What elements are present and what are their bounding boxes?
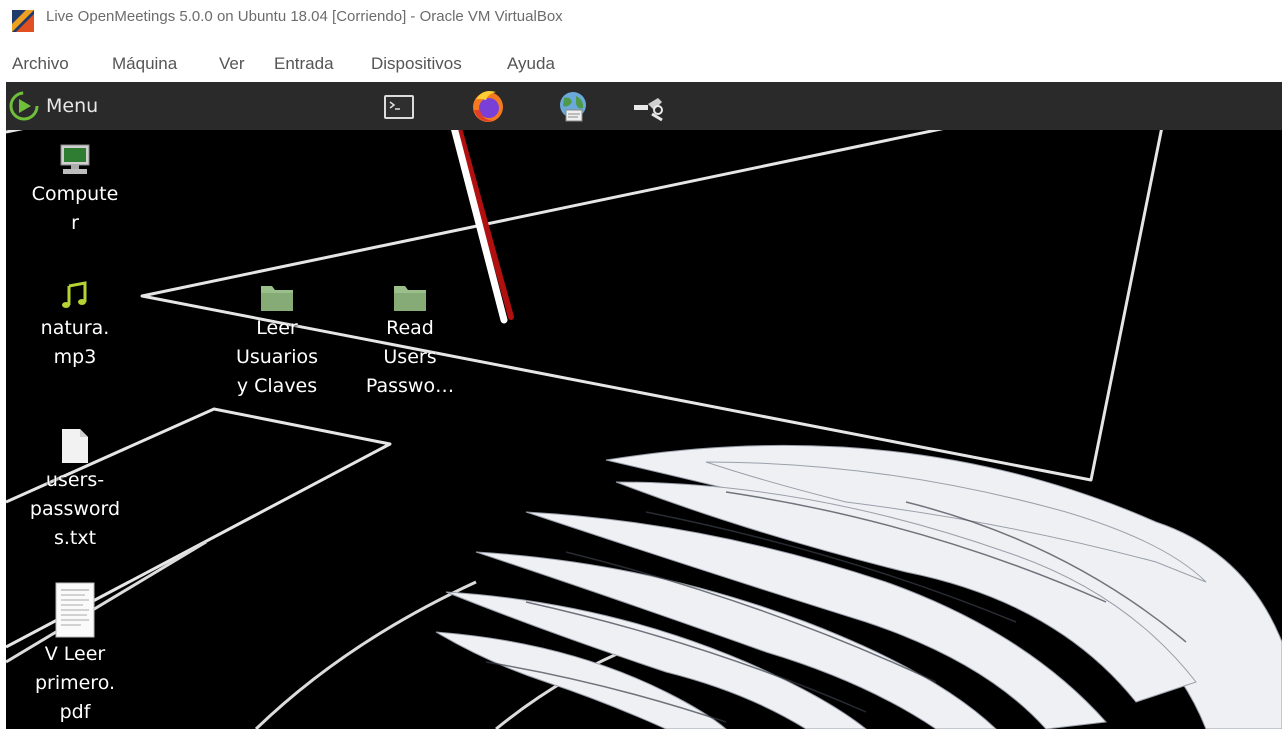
panel-menu-label: Menu — [46, 95, 99, 117]
firefox-icon[interactable] — [468, 86, 508, 126]
menu-entrada[interactable]: Entrada — [274, 54, 334, 74]
desktop-icon-label: y Claves — [236, 375, 318, 397]
desktop-icon-users-passwords-txt[interactable]: users- password s.txt — [10, 426, 140, 553]
wing-image — [435, 444, 1282, 729]
desktop-icon-computer[interactable]: Compute r — [10, 140, 140, 238]
desktop-icon-label: Users — [383, 346, 437, 368]
folder-icon — [261, 286, 293, 311]
computer-icon — [60, 144, 90, 174]
music-file-icon — [62, 281, 87, 308]
desktop-icon-label: users- — [45, 469, 105, 491]
desktop-icon-label: primero. — [34, 672, 116, 694]
desktop-icon-label: Leer — [256, 317, 298, 339]
desktop-icon-read-users[interactable]: Read Users Passwo… — [345, 274, 475, 401]
desktop-icon-label: mp3 — [53, 346, 97, 368]
menu-logo-icon — [9, 91, 39, 121]
text-file-icon — [62, 429, 88, 463]
menu-dispositivos[interactable]: Dispositivos — [371, 54, 462, 74]
desktop-icon-label: password — [29, 498, 121, 520]
desktop-icon-label: Usuarios — [235, 346, 319, 368]
virtualbox-logo-icon — [12, 10, 34, 32]
desktop-icon-label: Passwo… — [365, 375, 455, 397]
desktop-icon-label: r — [71, 212, 79, 234]
desktop-icon-label: Compute — [31, 183, 119, 205]
menu-maquina[interactable]: Máquina — [112, 54, 177, 74]
terminal-icon[interactable] — [382, 90, 416, 124]
desktop-icon-label: s.txt — [53, 527, 97, 549]
desktop-icon-natura-mp3[interactable]: natura. mp3 — [10, 274, 140, 372]
folder-icon — [394, 286, 426, 311]
menu-archivo[interactable]: Archivo — [12, 54, 69, 74]
network-globe-icon[interactable] — [554, 88, 592, 126]
window-titlebar: Live OpenMeetings 5.0.0 on Ubuntu 18.04 … — [0, 0, 1282, 42]
panel-menu-button[interactable]: Menu — [8, 90, 98, 122]
window-title: Live OpenMeetings 5.0.0 on Ubuntu 18.04 … — [46, 8, 563, 25]
desktop-icon-label: Read — [386, 317, 434, 339]
wallpaper — [6, 82, 1282, 729]
settings-tools-icon[interactable] — [632, 90, 666, 124]
menu-ver[interactable]: Ver — [219, 54, 245, 74]
desktop-icon-v-leer-primero-pdf[interactable]: V Leer primero. pdf — [10, 580, 140, 727]
desktop-icon-leer-usuarios[interactable]: Leer Usuarios y Claves — [212, 274, 342, 401]
menu-ayuda[interactable]: Ayuda — [507, 54, 555, 74]
guest-desktop[interactable]: Menu Compute r natura. mp3 Leer Usuarios… — [6, 82, 1282, 729]
pdf-file-icon — [55, 582, 95, 638]
top-panel: Menu — [6, 82, 1282, 130]
desktop-icon-label: natura. — [40, 317, 110, 339]
desktop-icon-label: V Leer — [44, 643, 106, 665]
menubar: Archivo Máquina Ver Entrada Dispositivos… — [0, 48, 1282, 80]
desktop-icon-label: pdf — [59, 701, 91, 723]
